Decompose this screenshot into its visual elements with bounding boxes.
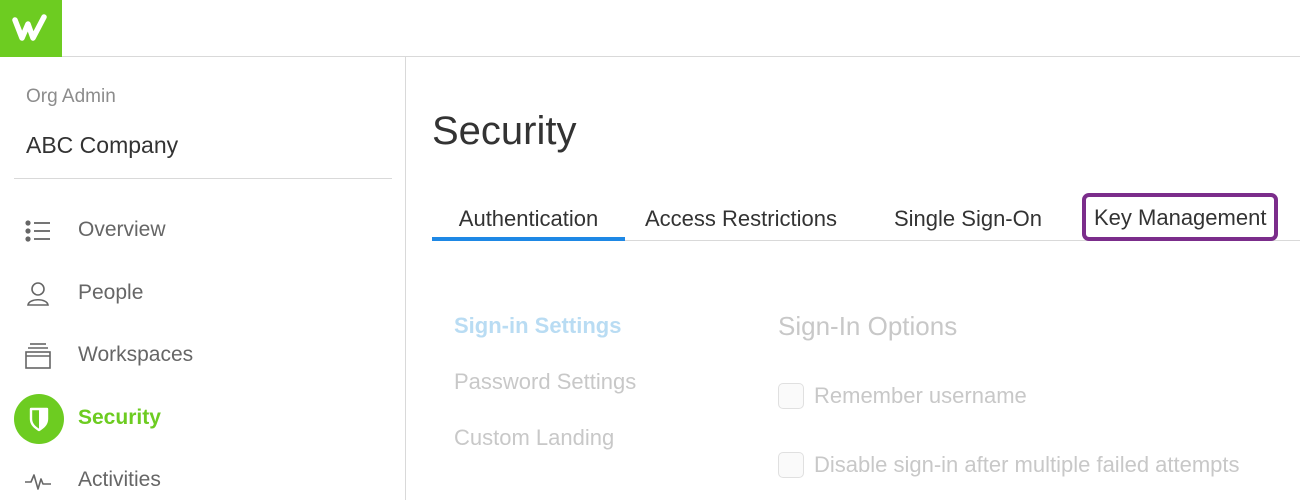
sidebar-item-label: Security <box>78 406 161 429</box>
sidebar-item-label: Activities <box>78 468 161 491</box>
sidebar-item-label: People <box>78 281 144 304</box>
shield-icon <box>14 394 64 444</box>
sidebar-item-workspaces[interactable]: Workspaces <box>14 328 392 384</box>
main-content: Security Authentication Access Restricti… <box>407 57 1300 500</box>
sidebar-item-security[interactable]: Security <box>14 391 392 447</box>
tab-label: Single Sign-On <box>894 206 1042 231</box>
sidebar-divider <box>14 178 392 179</box>
list-icon <box>22 215 54 247</box>
subnav-custom-landing[interactable]: Custom Landing <box>454 425 614 451</box>
top-bar <box>0 0 1300 57</box>
sidebar-item-label: Workspaces <box>78 343 194 366</box>
activity-icon <box>22 465 54 497</box>
tab-label: Authentication <box>458 206 599 231</box>
remember-username-checkbox[interactable] <box>778 383 804 409</box>
org-name: ABC Company <box>26 132 179 158</box>
tab-single-sign-on[interactable]: Single Sign-On <box>894 194 1042 241</box>
org-admin-label: Org Admin <box>26 86 116 107</box>
person-icon <box>22 278 54 310</box>
tab-bar: Authentication Access Restrictions Singl… <box>432 193 1300 241</box>
tab-label: Access Restrictions <box>645 206 837 231</box>
sidebar-item-overview[interactable]: Overview <box>14 203 392 259</box>
sidebar-item-activities[interactable]: Activities <box>14 453 392 500</box>
page-title: Security <box>432 109 577 153</box>
tab-key-management[interactable]: Key Management <box>1082 193 1279 241</box>
sidebar-item-people[interactable]: People <box>14 266 392 322</box>
option-label: Disable sign-in after multiple failed at… <box>814 452 1240 477</box>
subnav-sign-in-settings[interactable]: Sign-in Settings <box>454 313 621 339</box>
disable-sign-in-checkbox[interactable] <box>778 452 804 478</box>
tab-authentication[interactable]: Authentication <box>432 194 625 241</box>
workfront-logo-icon[interactable] <box>0 0 62 57</box>
subnav-password-settings[interactable]: Password Settings <box>454 369 636 395</box>
section-title: Sign-In Options <box>778 311 958 341</box>
tab-label: Key Management <box>1094 205 1267 230</box>
option-label: Remember username <box>814 383 1027 408</box>
tab-access-restrictions[interactable]: Access Restrictions <box>645 194 837 241</box>
sidebar: Org Admin ABC Company Overview People Wo… <box>0 57 406 500</box>
sidebar-item-label: Overview <box>78 218 166 241</box>
workspaces-icon <box>22 340 54 372</box>
